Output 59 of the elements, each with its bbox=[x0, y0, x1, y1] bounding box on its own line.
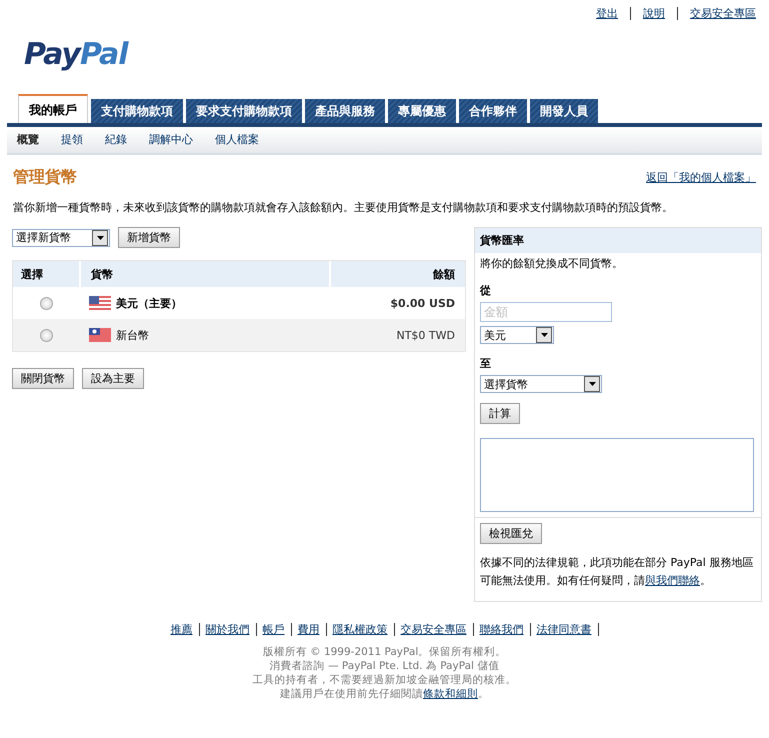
availability-note: 依據不同的法律規範，此項功能在部分 PayPal 服務地區可能無法使用。如有任何疑問，請與我們聯絡。 bbox=[480, 555, 754, 589]
field-label: 從 bbox=[480, 283, 491, 298]
footer-link[interactable]: 隱私權政策 bbox=[332, 622, 388, 637]
currency-name: 新台幣 bbox=[116, 328, 149, 342]
column-header: 選擇 bbox=[20, 266, 44, 282]
currency-select[interactable]: 選擇新貨幣 bbox=[12, 228, 110, 246]
logo: PayPal bbox=[24, 37, 128, 72]
from-currency-select[interactable]: 美元 bbox=[480, 326, 554, 344]
dropdown-icon bbox=[536, 327, 552, 343]
footer-link[interactable]: 法律同意書 bbox=[536, 622, 592, 637]
radio-button[interactable] bbox=[40, 296, 52, 310]
flag-icon bbox=[89, 296, 111, 310]
view-exchange-button[interactable]: 檢視匯兌 bbox=[480, 523, 542, 544]
footer-link[interactable]: 推薦 bbox=[170, 622, 192, 637]
dropdown-icon bbox=[584, 376, 600, 392]
field-label: 至 bbox=[480, 356, 491, 371]
copyright-text: 工具的持有者，不需要經過新加坡金融管理局的核准。 bbox=[252, 673, 518, 687]
panel-intro: 將你的餘額兌換成不同貨幣。 bbox=[480, 256, 623, 271]
nav-tab[interactable]: 要求支付購物款項 bbox=[186, 99, 302, 123]
nav-tab[interactable]: 專屬優惠 bbox=[388, 99, 456, 123]
terms-link[interactable]: 條款和細則 bbox=[423, 688, 478, 700]
subnav-item[interactable]: 個人檔案 bbox=[215, 132, 259, 147]
header-link[interactable]: 交易安全專區 bbox=[690, 6, 756, 21]
footer-link[interactable]: 交易安全專區 bbox=[400, 622, 466, 637]
amount-field[interactable]: 金額 bbox=[480, 302, 612, 322]
subnav-item[interactable]: 概覽 bbox=[17, 132, 39, 147]
footer-link[interactable]: 關於我們 bbox=[206, 622, 250, 637]
back-link[interactable]: 返回「我的個人檔案」 bbox=[646, 170, 756, 185]
radio-button[interactable] bbox=[40, 328, 52, 342]
nav-tab[interactable]: 支付購物款項 bbox=[91, 99, 183, 123]
footer-link[interactable]: 帳戶 bbox=[262, 622, 284, 637]
balance-amount: $0.00 USD bbox=[390, 296, 455, 310]
table-action-button[interactable]: 設為主要 bbox=[82, 368, 144, 389]
table-action-button[interactable]: 關閉貨幣 bbox=[12, 368, 74, 389]
page-title: 管理貨幣 bbox=[13, 167, 77, 188]
balance-amount: NT$0 TWD bbox=[396, 328, 455, 342]
nav-tab[interactable]: 我的帳戶 bbox=[18, 94, 88, 123]
flag-icon bbox=[89, 328, 111, 342]
footer-link[interactable]: 聯絡我們 bbox=[480, 622, 524, 637]
nav-tab[interactable]: 開發人員 bbox=[530, 99, 598, 123]
header-link[interactable]: 登出 bbox=[596, 6, 618, 21]
footer-link[interactable]: 費用 bbox=[298, 622, 320, 637]
to-currency-select[interactable]: 選擇貨幣 bbox=[480, 375, 602, 393]
dropdown-icon bbox=[92, 230, 108, 246]
currency-name: 美元（主要） bbox=[116, 296, 182, 310]
header-link[interactable]: 說明 bbox=[643, 6, 665, 21]
subnav-item[interactable]: 紀錄 bbox=[105, 132, 127, 147]
subnav-item[interactable]: 提領 bbox=[61, 132, 83, 147]
copyright-text: 版權所有 © 1999-2011 PayPal。保留所有權利。 bbox=[262, 645, 508, 659]
nav-tab[interactable]: 產品與服務 bbox=[305, 99, 385, 123]
description: 當你新增一種貨幣時，未來收到該貨幣的購物款項就會存入該餘額內。主要使用貨幣是支付購物款項和要求支付購物款項時的預設貨幣。 bbox=[13, 200, 674, 215]
panel-title: 貨幣匯率 bbox=[475, 228, 761, 253]
nav-tab[interactable]: 合作夥伴 bbox=[459, 99, 527, 123]
copyright-text: 消費者諮詢 — PayPal Pte. Ltd. 為 PayPal 儲值 bbox=[268, 659, 500, 673]
contact-link[interactable]: 與我們聯絡 bbox=[645, 574, 700, 587]
add-currency-button[interactable]: 新增貨幣 bbox=[118, 227, 180, 248]
calculate-button[interactable]: 計算 bbox=[480, 403, 520, 424]
terms-text: 建議用戶在使用前先仔細閱讀條款和細則。 bbox=[279, 687, 490, 701]
subnav-item[interactable]: 調解中心 bbox=[149, 132, 193, 147]
